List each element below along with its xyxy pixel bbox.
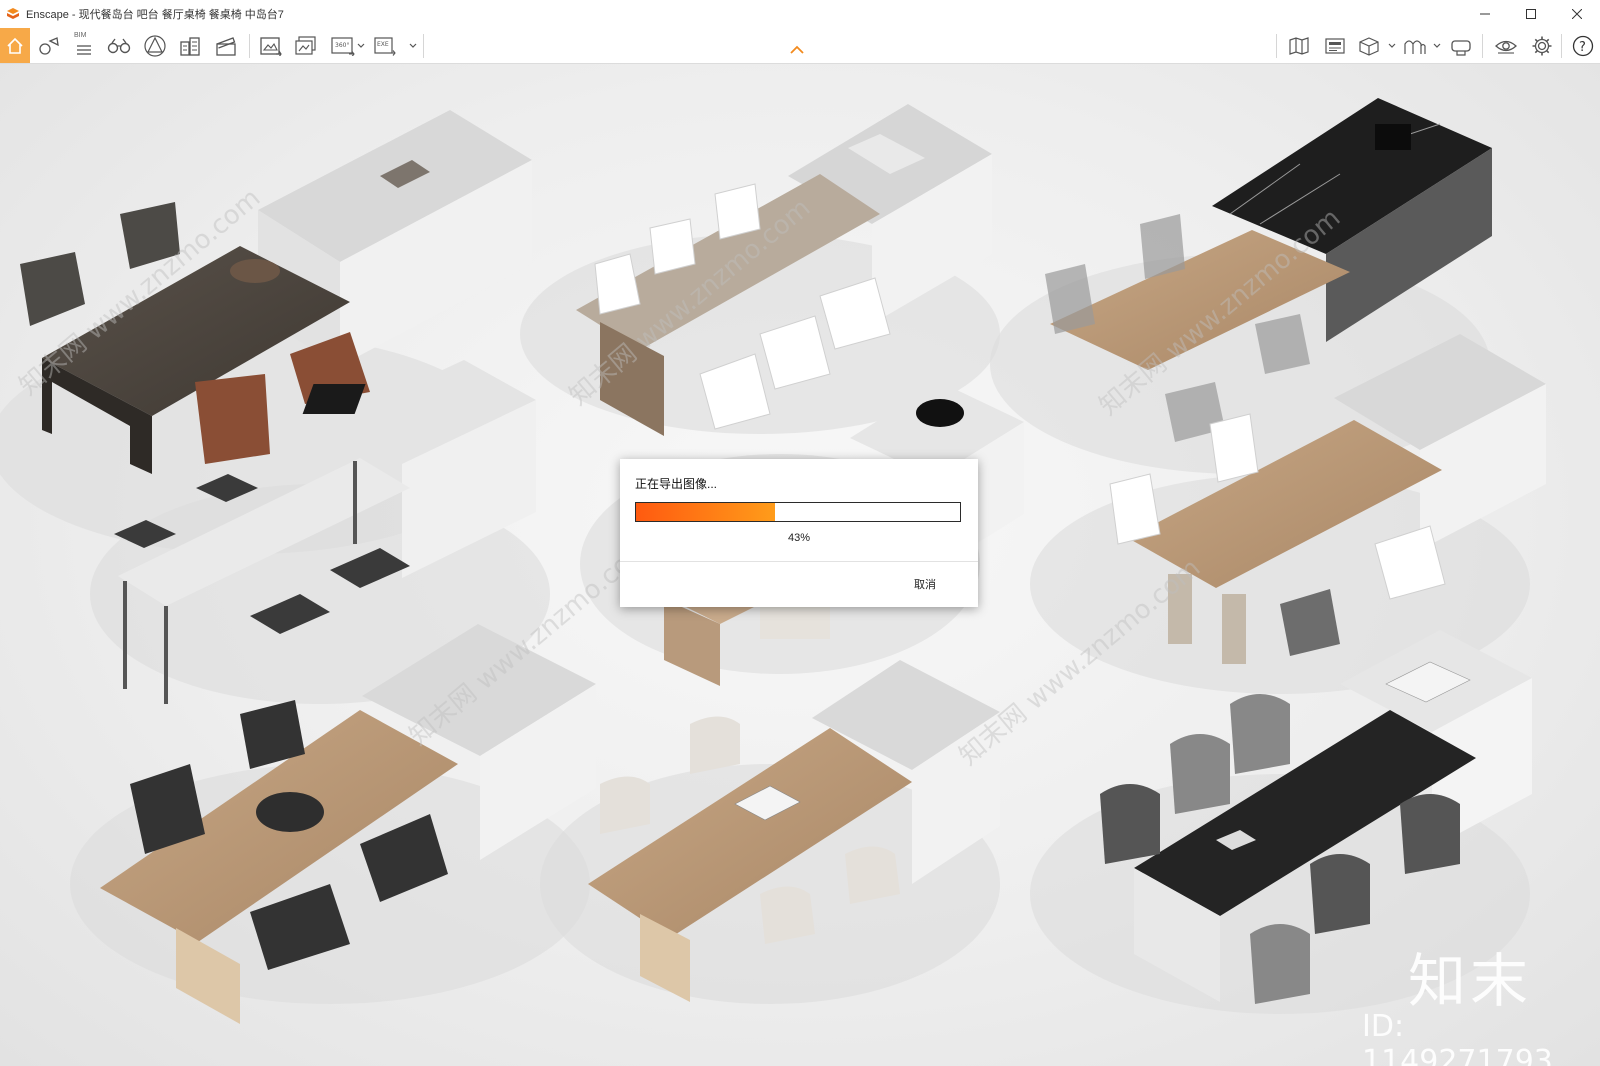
map-button[interactable] xyxy=(1282,28,1316,63)
panorama-360-icon: 360° xyxy=(331,36,355,56)
progress-bar-fill xyxy=(636,503,776,521)
perspective-icon xyxy=(144,34,166,57)
cancel-button[interactable]: 取消 xyxy=(895,573,955,595)
close-button[interactable] xyxy=(1554,0,1600,28)
binoculars-icon xyxy=(107,38,131,53)
dining-set-8 xyxy=(540,660,1000,1004)
perspective-button[interactable] xyxy=(138,28,172,63)
cube-view-button[interactable] xyxy=(1352,28,1386,63)
progress-bar xyxy=(635,502,961,522)
minimize-icon xyxy=(1480,13,1490,15)
cube-view-icon xyxy=(1359,36,1379,56)
minimize-button[interactable] xyxy=(1462,0,1508,28)
bim-button[interactable]: BIM xyxy=(67,28,101,63)
presentation-icon xyxy=(1325,37,1345,54)
bim-icon xyxy=(77,44,91,55)
chevron-down-icon[interactable] xyxy=(1388,43,1396,49)
chevron-down-icon[interactable] xyxy=(409,43,417,49)
maximize-button[interactable] xyxy=(1508,0,1554,28)
collapse-toolbar-arrow-icon[interactable] xyxy=(789,45,805,55)
eye-settings-icon xyxy=(1495,40,1517,54)
archways-icon xyxy=(1404,39,1426,54)
help-icon: ? xyxy=(1572,35,1594,56)
binoculars-button[interactable] xyxy=(102,28,136,63)
window-title: Enscape - 现代餐岛台 吧台 餐厅桌椅 餐桌椅 中岛台7 xyxy=(26,9,284,21)
panorama-button[interactable]: 360° xyxy=(326,28,360,63)
screenshot-icon xyxy=(260,36,282,56)
chevron-down-icon[interactable] xyxy=(1433,43,1441,49)
close-icon xyxy=(1572,9,1582,19)
bim-label: BIM xyxy=(74,32,87,39)
dialog-divider xyxy=(620,561,978,562)
gear-icon xyxy=(1532,36,1552,55)
dialog-title: 正在导出图像... xyxy=(635,477,718,491)
buildings-icon xyxy=(180,36,200,56)
screenshot-button[interactable] xyxy=(254,28,288,63)
svg-text:?: ? xyxy=(1579,40,1586,55)
batch-render-button[interactable] xyxy=(289,28,323,63)
svg-text:360°: 360° xyxy=(335,42,349,49)
video-editor-button[interactable] xyxy=(209,28,243,63)
maximize-icon xyxy=(1526,9,1536,19)
enscape-logo-icon xyxy=(7,8,19,19)
vr-headset-button[interactable] xyxy=(1444,28,1478,63)
visual-settings-button[interactable] xyxy=(1489,28,1523,63)
archways-button[interactable] xyxy=(1398,28,1432,63)
export-exe-icon: EXE xyxy=(374,36,396,56)
map-icon xyxy=(1289,36,1309,55)
clapperboard-icon xyxy=(216,36,236,56)
home-icon xyxy=(7,37,23,54)
export-progress-dialog: 正在导出图像... 43% 取消 xyxy=(620,459,978,607)
toolbar-separator xyxy=(1276,34,1277,58)
asset-library-icon xyxy=(39,36,59,55)
title-bar: Enscape - 现代餐岛台 吧台 餐厅桌椅 餐桌椅 中岛台7 xyxy=(0,0,1600,28)
svg-text:EXE: EXE xyxy=(377,41,389,48)
toolbar-separator xyxy=(1482,34,1483,58)
toolbar-separator xyxy=(249,34,250,58)
id-watermark: ID: 1149271793 xyxy=(1362,1009,1553,1066)
vr-headset-icon xyxy=(1451,39,1471,56)
presentation-button[interactable] xyxy=(1318,28,1352,63)
batch-render-icon xyxy=(295,35,316,55)
asset-library-button[interactable] xyxy=(32,28,66,63)
chevron-down-icon[interactable] xyxy=(357,43,365,49)
progress-percent: 43% xyxy=(787,532,811,544)
export-button[interactable]: EXE xyxy=(369,28,403,63)
brand-watermark: 知末 xyxy=(1408,947,1533,1015)
toolbar-separator xyxy=(423,34,424,58)
toolbar-separator xyxy=(1561,34,1562,58)
settings-button[interactable] xyxy=(1525,28,1559,63)
help-button[interactable]: ? xyxy=(1566,28,1600,63)
home-button[interactable] xyxy=(0,28,30,63)
buildings-button[interactable] xyxy=(173,28,207,63)
